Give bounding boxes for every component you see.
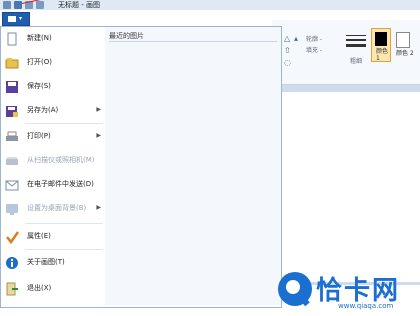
drawing-canvas[interactable] bbox=[282, 92, 420, 282]
watermark-url: www.qiaqa.com bbox=[338, 302, 394, 310]
recent-pictures-panel: 最近的图片 bbox=[105, 27, 281, 305]
menu-commands: 新建(N) 打开(O) 保存(S) 另存为(A) ▶ 打印(P) ▶ 从扫描仪或… bbox=[1, 27, 106, 305]
checkmark-icon bbox=[6, 231, 19, 244]
fill-button[interactable]: 填充 - bbox=[306, 45, 322, 54]
menu-item-print[interactable]: 打印(P) ▶ bbox=[1, 125, 105, 149]
size-button[interactable]: 粗细 bbox=[350, 56, 362, 65]
paint-app-menu: 新建(N) 打开(O) 保存(S) 另存为(A) ▶ 打印(P) ▶ 从扫描仪或… bbox=[0, 26, 282, 308]
callout-shape-icon[interactable]: ◌ bbox=[284, 58, 291, 67]
color2-label[interactable]: 颜色 2 bbox=[396, 50, 414, 57]
redo-icon[interactable] bbox=[36, 1, 44, 9]
document-icon bbox=[8, 16, 16, 22]
recent-divider bbox=[109, 41, 277, 42]
color1-selector[interactable]: 颜色 1 bbox=[371, 28, 391, 62]
app-icon bbox=[3, 1, 11, 9]
paint-menu-button[interactable]: ▾ bbox=[2, 12, 30, 26]
new-document-icon bbox=[7, 32, 17, 46]
submenu-arrow-icon: ▶ bbox=[96, 204, 101, 211]
chevron-down-icon: ▾ bbox=[19, 15, 23, 22]
info-icon bbox=[6, 257, 18, 269]
outline-button[interactable]: 轮廓 - bbox=[306, 34, 322, 43]
email-icon bbox=[5, 180, 19, 191]
menu-separator bbox=[25, 249, 103, 250]
recent-pictures-title: 最近的图片 bbox=[109, 32, 144, 40]
submenu-arrow-icon: ▶ bbox=[96, 106, 101, 113]
submenu-arrow-icon: ▶ bbox=[96, 132, 101, 139]
menu-item-save-as[interactable]: 另存为(A) ▶ bbox=[1, 99, 105, 123]
site-watermark: 恰卡网 www.qiaqa.com bbox=[272, 268, 420, 316]
save-disk-icon bbox=[6, 81, 18, 93]
printer-icon bbox=[6, 131, 18, 141]
menu-separator bbox=[25, 223, 103, 224]
color1-swatch bbox=[375, 32, 387, 46]
exit-icon bbox=[6, 282, 18, 296]
arrow-shape-icon[interactable]: ⇧ bbox=[284, 46, 291, 55]
color1-label: 颜色 1 bbox=[376, 48, 389, 62]
size-lines-icon[interactable] bbox=[346, 34, 366, 48]
menu-item-from-scanner[interactable]: 从扫描仪或照相机(M) bbox=[1, 149, 105, 173]
window-title: 无标题 - 画图 bbox=[58, 1, 100, 9]
open-folder-icon bbox=[5, 58, 19, 69]
menu-item-new[interactable]: 新建(N) bbox=[1, 27, 105, 51]
menu-separator bbox=[25, 123, 103, 124]
shape-dropdown-icon[interactable]: ▴ bbox=[294, 34, 298, 43]
menu-item-about[interactable]: 关于画图(T) bbox=[1, 251, 105, 275]
save-as-icon bbox=[6, 106, 18, 117]
magnifier-logo-icon bbox=[278, 272, 312, 307]
scanner-icon bbox=[6, 157, 18, 165]
menu-item-open[interactable]: 打开(O) bbox=[1, 51, 105, 75]
menu-item-properties[interactable]: 属性(E) bbox=[1, 225, 105, 249]
color2-swatch[interactable] bbox=[396, 32, 410, 48]
title-bar: 无标题 - 画图 bbox=[0, 0, 420, 10]
menu-item-save[interactable]: 保存(S) bbox=[1, 75, 105, 99]
desktop-background-icon bbox=[6, 204, 18, 215]
menu-item-send-email[interactable]: 在电子邮件中发送(D) bbox=[1, 173, 105, 197]
triangle-shape-icon[interactable]: △ bbox=[284, 34, 290, 43]
menu-item-set-desktop-bg[interactable]: 设置为桌面背景(B) ▶ bbox=[1, 197, 105, 221]
menu-item-exit[interactable]: 退出(X) bbox=[1, 277, 105, 301]
